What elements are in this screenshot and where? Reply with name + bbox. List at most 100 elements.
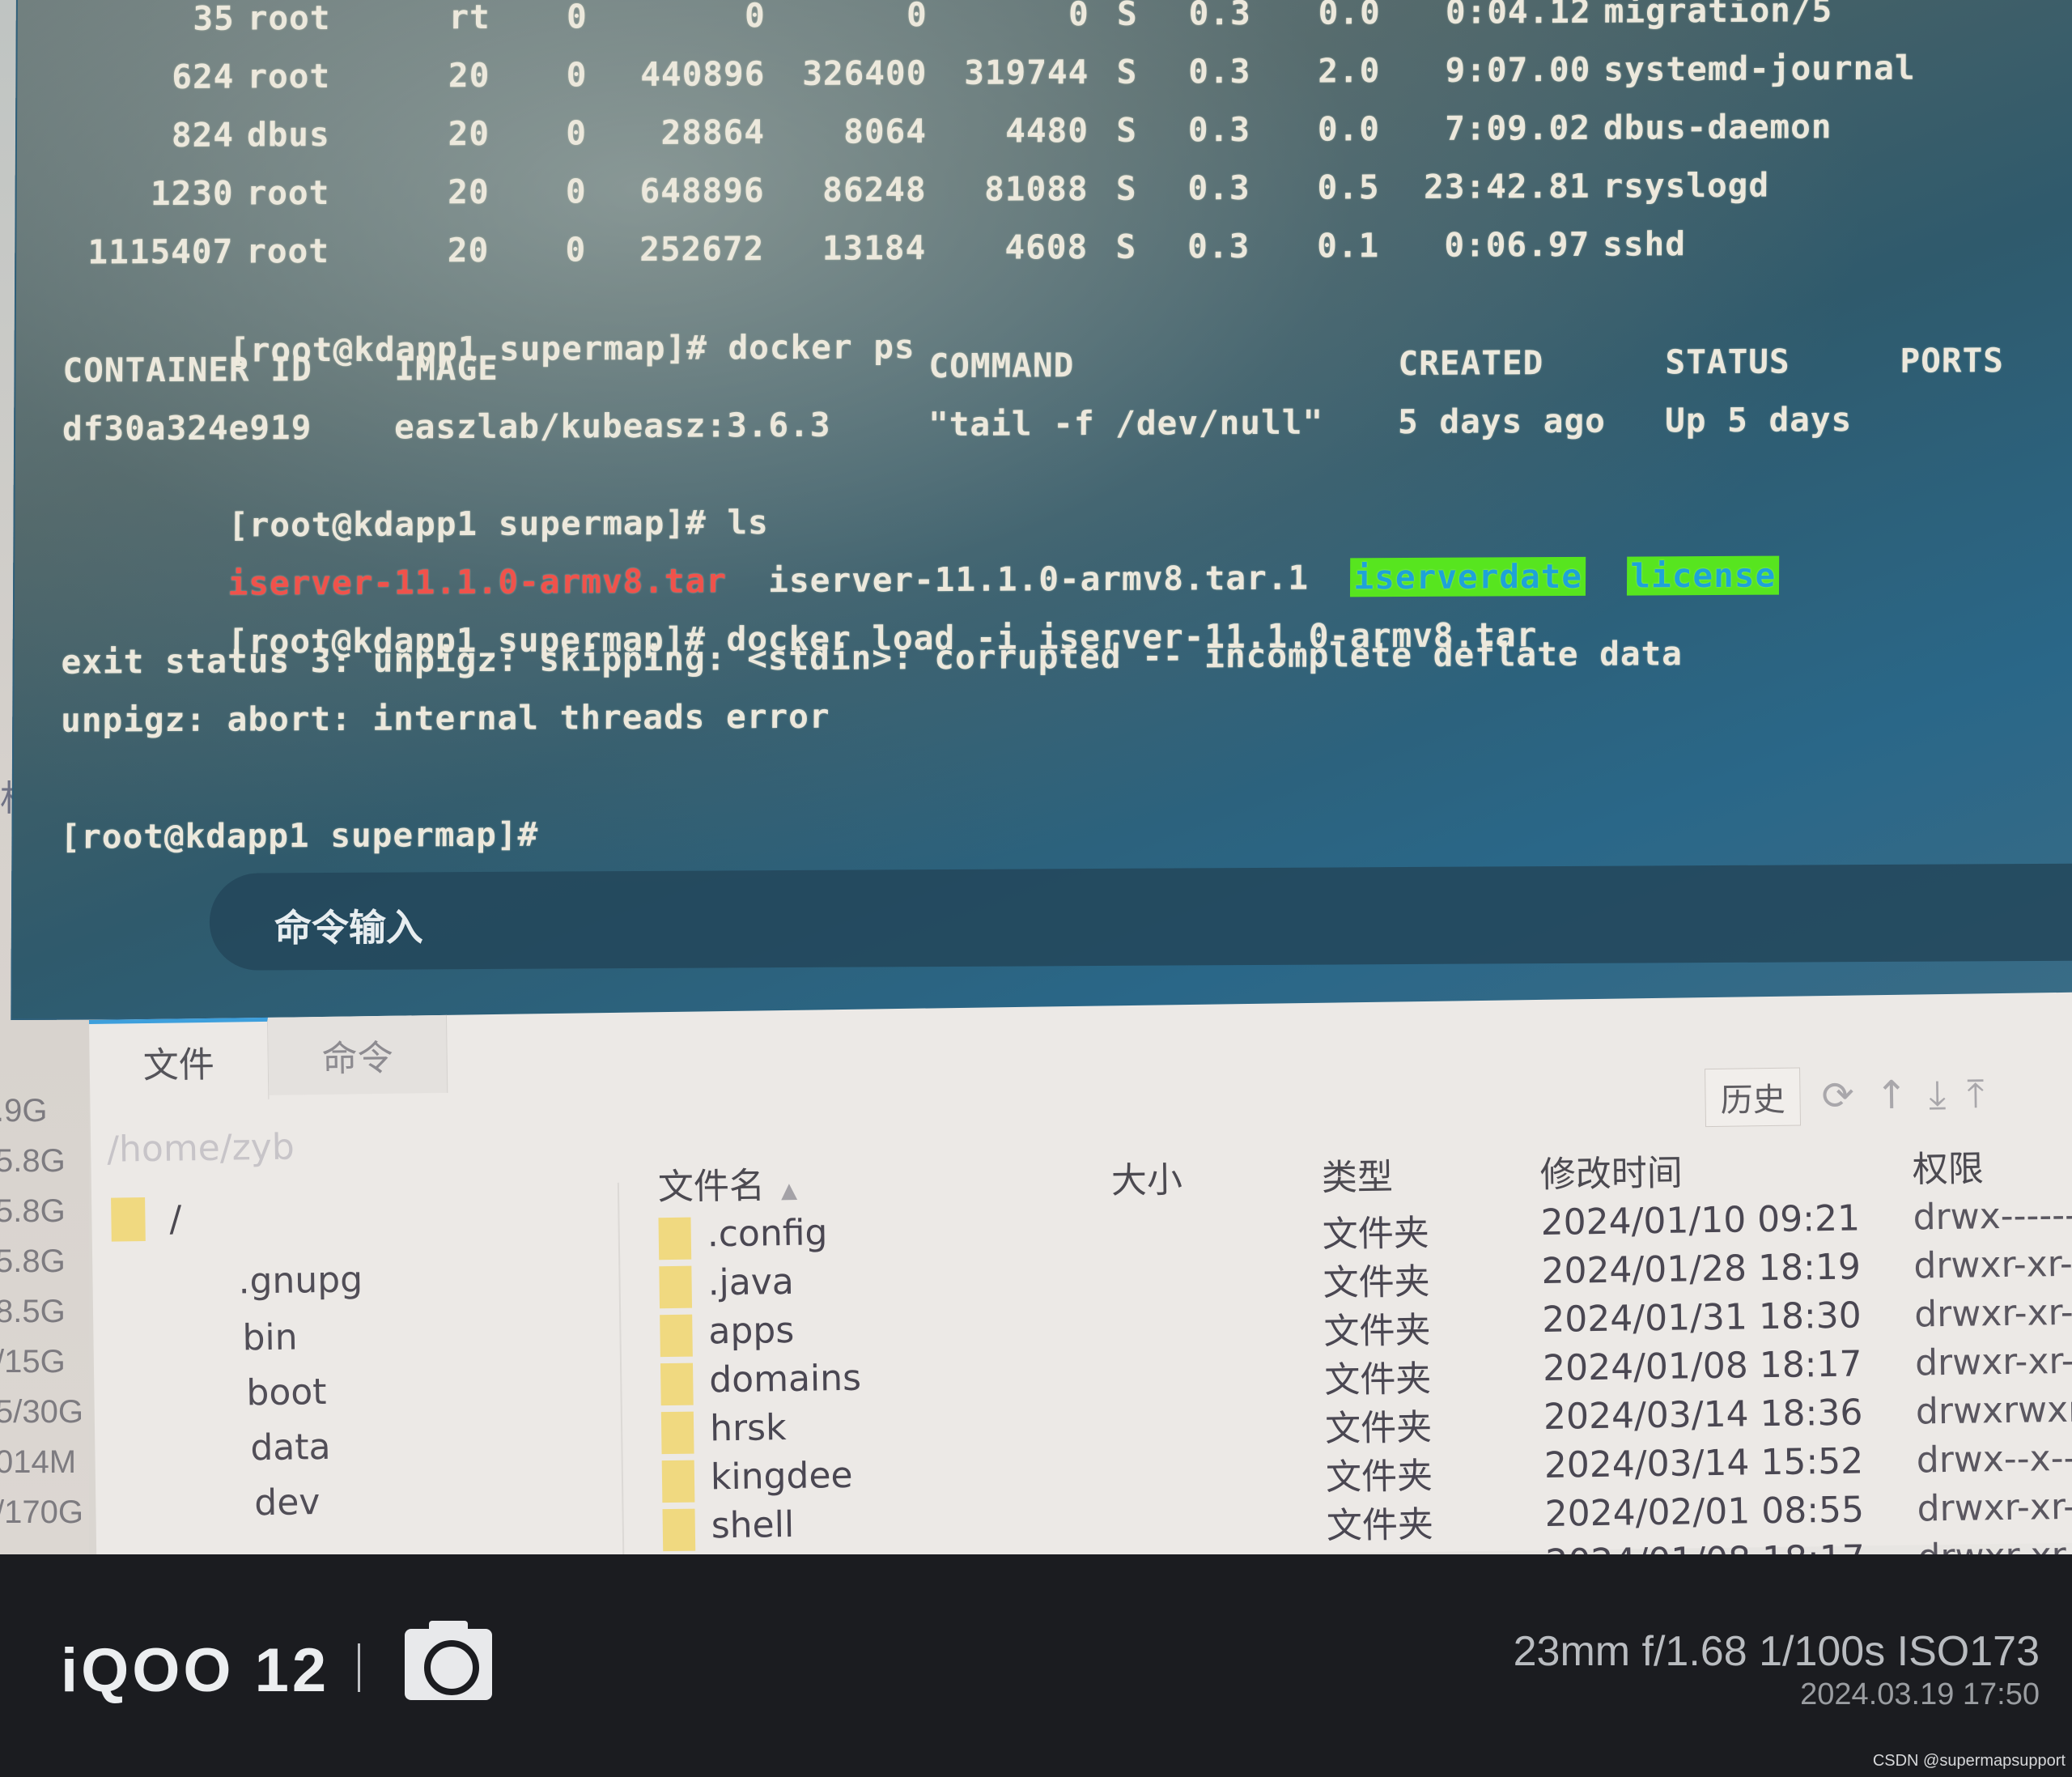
file-type: 文件夹: [1327, 1544, 1434, 1554]
path-input[interactable]: [106, 1118, 609, 1174]
file-permissions: drwxrwxrwx: [1915, 1388, 2072, 1433]
upload-icon[interactable]: ⤒: [1967, 1071, 1985, 1117]
process-command: dbus-daemon: [1603, 107, 1832, 147]
container-created: 5 days ago: [1397, 401, 1607, 442]
nice: 0: [566, 55, 588, 95]
photo-of-monitor: 机 .9G 5.8G 5.8G 5.8G 8.5G /15G 5/30G 014…: [0, 0, 2072, 1554]
file-permissions: drwxr-xr-x: [1917, 1534, 2072, 1554]
file-modified: 2024/01/08 18:17: [1545, 1537, 1865, 1554]
mem: 2.0: [1318, 51, 1381, 91]
up-directory-icon[interactable]: ↑: [1875, 1073, 1908, 1119]
cpu: 0.3: [1188, 52, 1251, 91]
tab-commands[interactable]: 命令: [267, 1014, 448, 1095]
camera-icon: [405, 1621, 492, 1700]
col-header: IMAGE: [394, 348, 499, 389]
camera-watermark-bar: iQOO 12 23mm f/1.68 1/100s ISO173 2024.0…: [0, 1554, 2072, 1777]
col-header-name-label: 文件名: [657, 1165, 766, 1209]
file-name: apps: [708, 1309, 795, 1353]
tree-node[interactable]: data: [250, 1426, 331, 1469]
file-name: domains: [708, 1357, 862, 1401]
state: S: [1115, 227, 1137, 266]
divider: [358, 1643, 360, 1692]
col-header-name[interactable]: 文件名 ▲: [657, 1156, 798, 1209]
container-id: df30a324e919: [62, 408, 312, 449]
cpu-time: 0:06.97: [1444, 224, 1590, 265]
process-row: 824 dbus 20 0 28864 8064 4480 S 0.3 0.0 …: [64, 107, 1927, 165]
col-header: CONTAINER ID: [62, 350, 312, 390]
file-type: 文件夹: [1324, 1358, 1432, 1401]
cpu: 0.3: [1188, 0, 1251, 33]
col-header: CREATED: [1398, 343, 1544, 384]
state: S: [1116, 110, 1138, 150]
res: 13184: [822, 228, 927, 268]
col-header-type[interactable]: 类型: [1321, 1148, 1394, 1201]
shr: 4480: [1005, 111, 1089, 151]
shr: 0: [1068, 0, 1089, 34]
file-modified: 2024/01/28 18:19: [1541, 1246, 1862, 1292]
command-input-placeholder: 命令输入: [274, 905, 424, 950]
file-permissions: drwxr-xr-x: [1917, 1486, 2072, 1530]
col-header-size[interactable]: 大小: [1110, 1150, 1183, 1203]
file-name: shell: [711, 1503, 795, 1547]
history-button[interactable]: 历史: [1705, 1067, 1802, 1128]
sort-ascending-icon: ▲: [780, 1178, 798, 1204]
mem: 0.0: [1318, 0, 1381, 32]
mem: 0.5: [1317, 168, 1380, 207]
disk-size: .9G: [0, 1093, 48, 1129]
priority: 20: [448, 113, 490, 154]
folder-icon: [660, 1314, 693, 1358]
refresh-icon[interactable]: ⟳: [1821, 1073, 1854, 1120]
process-row: 35 root rt 0 0 0 0 S 0.3 0.0 0:04.12 mig…: [65, 0, 1928, 49]
process-command: rsyslogd: [1603, 165, 1770, 206]
disk-size: /15G: [0, 1344, 66, 1380]
process-command: migration/5: [1603, 0, 1833, 31]
terminal-window[interactable]: 35 root rt 0 0 0 0 S 0.3 0.0 0:04.12 mig…: [11, 0, 2072, 1021]
disk-size: 5.8G: [0, 1243, 66, 1279]
cpu: 0.3: [1187, 227, 1250, 266]
folder-icon: [658, 1217, 692, 1260]
container-image: easzlab/kubeasz:3.6.3: [393, 405, 831, 447]
disk-size: 014M: [0, 1444, 77, 1480]
ls-entry-dir: license: [1627, 555, 1780, 596]
panel-tabs: 文件 命令: [89, 1014, 448, 1102]
shr: 4608: [1004, 227, 1089, 267]
file-type: 文件夹: [1324, 1406, 1433, 1450]
file-modified: 2024/01/10 09:21: [1540, 1197, 1861, 1243]
nice: 0: [565, 172, 587, 211]
file-type: 文件夹: [1322, 1212, 1430, 1256]
shell-prompt-current: [root@kdapp1 supermap]#: [60, 814, 539, 857]
tree-root-label: /: [169, 1197, 182, 1240]
disk-size: /170G: [0, 1494, 83, 1530]
col-header: PORTS: [1900, 341, 2005, 380]
tree-node[interactable]: dev: [254, 1482, 321, 1524]
pid: 824: [171, 115, 235, 155]
command-input[interactable]: 命令输入: [209, 863, 2072, 971]
mem: 0.1: [1317, 226, 1380, 266]
folder-icon: [662, 1508, 696, 1552]
container-ports: [1900, 399, 2061, 439]
file-name: hrsk: [709, 1407, 787, 1450]
exif-info: 23mm f/1.68 1/100s ISO173: [1513, 1628, 2040, 1675]
file-permissions: drwxr-xr-x: [1913, 1243, 2072, 1287]
nice: 0: [566, 0, 588, 36]
priority: rt: [448, 0, 490, 37]
col-header-modified[interactable]: 修改时间: [1539, 1144, 1683, 1197]
state: S: [1116, 52, 1138, 91]
folder-icon: [660, 1363, 694, 1406]
res: 0: [906, 0, 928, 35]
col-header-permissions[interactable]: 权限: [1912, 1139, 1984, 1192]
file-permissions: drwx--x--x: [1916, 1437, 2072, 1482]
tree-node[interactable]: boot: [246, 1371, 327, 1414]
download-icon[interactable]: ⤓: [1929, 1071, 1947, 1117]
cpu-time: 23:42.81: [1424, 166, 1590, 206]
state: S: [1116, 0, 1138, 33]
tree-root[interactable]: /: [111, 1197, 182, 1242]
pid: 1115407: [87, 232, 234, 272]
file-list: 文件名 ▲ 大小 类型 修改时间 权限 .config 文件夹 2024/01/1…: [657, 1130, 2072, 1554]
tree-node[interactable]: bin: [242, 1316, 298, 1358]
tab-files[interactable]: 文件: [89, 1017, 270, 1102]
process-row: 1230 root 20 0 648896 86248 81088 S 0.3 …: [63, 165, 1926, 223]
tree-node[interactable]: .gnupg: [238, 1259, 363, 1302]
virt: 0: [744, 0, 766, 36]
nice: 0: [566, 113, 588, 153]
